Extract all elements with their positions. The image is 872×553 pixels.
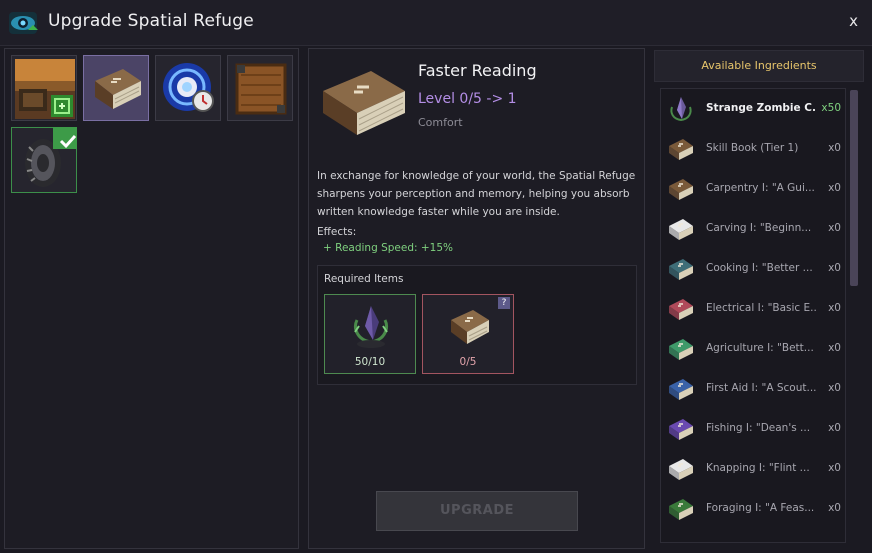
landscape-upgrade-icon: [15, 59, 75, 119]
ingredient-row[interactable]: Cooking I: "Better ... x0: [661, 249, 845, 289]
ingredient-name: Agriculture I: "Bett...: [706, 342, 814, 354]
effects-label: Effects:: [317, 226, 357, 238]
refuge-eye-icon: [9, 12, 38, 34]
ingredient-row[interactable]: Fishing I: "Dean's ... x0: [661, 409, 845, 449]
ingredient-quantity: x0: [828, 382, 841, 394]
ingredient-quantity: x0: [828, 502, 841, 514]
upgrade-level: Level 0/5 -> 1: [418, 91, 517, 107]
required-items-box: Required Items 50/10 ? 0/5: [317, 265, 637, 385]
ingredient-name: Foraging I: "A Feas...: [706, 502, 815, 514]
wooden-crate-icon: [235, 63, 287, 115]
ingredients-panel: Available Ingredients Strange Zombie C..…: [652, 48, 866, 549]
ingredient-row[interactable]: Electrical I: "Basic E... x0: [661, 289, 845, 329]
upgrade-category: Comfort: [418, 116, 463, 129]
required-count: 50/10: [354, 356, 386, 368]
book-icon: [669, 459, 693, 480]
ingredient-name: Fishing I: "Dean's ...: [706, 422, 811, 434]
ingredient-name: Skill Book (Tier 1): [706, 142, 799, 154]
ingredient-name: Strange Zombie C...: [706, 102, 816, 114]
book-icon: [669, 219, 693, 240]
upgrade-slot-faster-reading[interactable]: [83, 55, 149, 121]
upgrade-detail-panel: Faster Reading Level 0/5 -> 1 Comfort In…: [308, 48, 645, 549]
book-icon: [669, 179, 693, 200]
required-count: 0/5: [459, 356, 477, 368]
ingredient-quantity: x0: [828, 262, 841, 274]
title-bar: Upgrade Spatial Refuge x: [0, 0, 872, 46]
ingredient-quantity: x0: [828, 422, 841, 434]
upgrade-grid-panel: [4, 48, 299, 549]
book-icon: [669, 299, 693, 320]
upgrade-button[interactable]: UPGRADE: [376, 491, 578, 531]
portal-clock-icon: [163, 63, 214, 112]
close-button[interactable]: x: [849, 12, 858, 30]
ingredients-list[interactable]: Strange Zombie C... x50 Skill Book (Tier 1…: [660, 88, 846, 543]
ingredient-quantity: x0: [828, 182, 841, 194]
ingredient-quantity: x0: [828, 342, 841, 354]
ingredient-quantity: x0: [828, 302, 841, 314]
effect-reading-speed: + Reading Speed: +15%: [323, 242, 454, 254]
required-item-crystal[interactable]: 50/10: [324, 294, 416, 374]
book-icon: [323, 71, 405, 135]
ingredient-quantity: x0: [828, 222, 841, 234]
book-icon: [95, 69, 141, 109]
book-icon: [669, 259, 693, 280]
required-item-book[interactable]: ? 0/5: [422, 294, 514, 374]
ingredient-name: Cooking I: "Better ...: [706, 262, 813, 274]
book-icon: [669, 499, 693, 520]
ingredients-header: Available Ingredients: [654, 50, 864, 82]
ingredient-row[interactable]: Carving I: "Beginn... x0: [661, 209, 845, 249]
ingredient-name: Knapping I: "Flint ...: [706, 462, 810, 474]
info-badge[interactable]: ?: [498, 297, 510, 309]
ingredient-name: Electrical I: "Basic E...: [706, 302, 816, 314]
book-icon: [669, 339, 693, 360]
ingredient-row[interactable]: Foraging I: "A Feas... x0: [661, 489, 845, 529]
ingredient-row[interactable]: First Aid I: "A Scout... x0: [661, 369, 845, 409]
ingredient-name: Carving I: "Beginn...: [706, 222, 812, 234]
book-icon: [669, 379, 693, 400]
scrollbar-thumb[interactable]: [850, 90, 858, 286]
ingredient-row[interactable]: Skill Book (Tier 1) x0: [661, 129, 845, 169]
upgrade-slot-tire[interactable]: [11, 127, 77, 193]
upgrade-slot-portal[interactable]: [155, 55, 221, 121]
ingredient-row[interactable]: Carpentry I: "A Gui... x0: [661, 169, 845, 209]
ingredient-quantity: x50: [821, 102, 841, 114]
zombie-crystal-icon: [354, 306, 388, 348]
ingredient-quantity: x0: [828, 462, 841, 474]
zombie-crystal-icon: [670, 97, 692, 122]
ingredient-name: First Aid I: "A Scout...: [706, 382, 816, 394]
ingredient-row[interactable]: Knapping I: "Flint ... x0: [661, 449, 845, 489]
ingredient-row[interactable]: Strange Zombie C... x50: [661, 89, 845, 129]
ingredient-name: Carpentry I: "A Gui...: [706, 182, 815, 194]
window-title: Upgrade Spatial Refuge: [48, 11, 254, 31]
required-items-label: Required Items: [324, 273, 404, 285]
upgrade-slot-storage[interactable]: [227, 55, 293, 121]
completed-check-icon: [53, 127, 77, 149]
ingredient-quantity: x0: [828, 142, 841, 154]
book-icon: [451, 310, 489, 344]
upgrade-slot-landscape[interactable]: [11, 55, 77, 121]
book-icon: [669, 139, 693, 160]
upgrade-name: Faster Reading: [418, 61, 537, 80]
ingredient-row[interactable]: Agriculture I: "Bett... x0: [661, 329, 845, 369]
upgrade-description: In exchange for knowledge of your world,…: [317, 170, 636, 218]
book-icon: [669, 419, 693, 440]
